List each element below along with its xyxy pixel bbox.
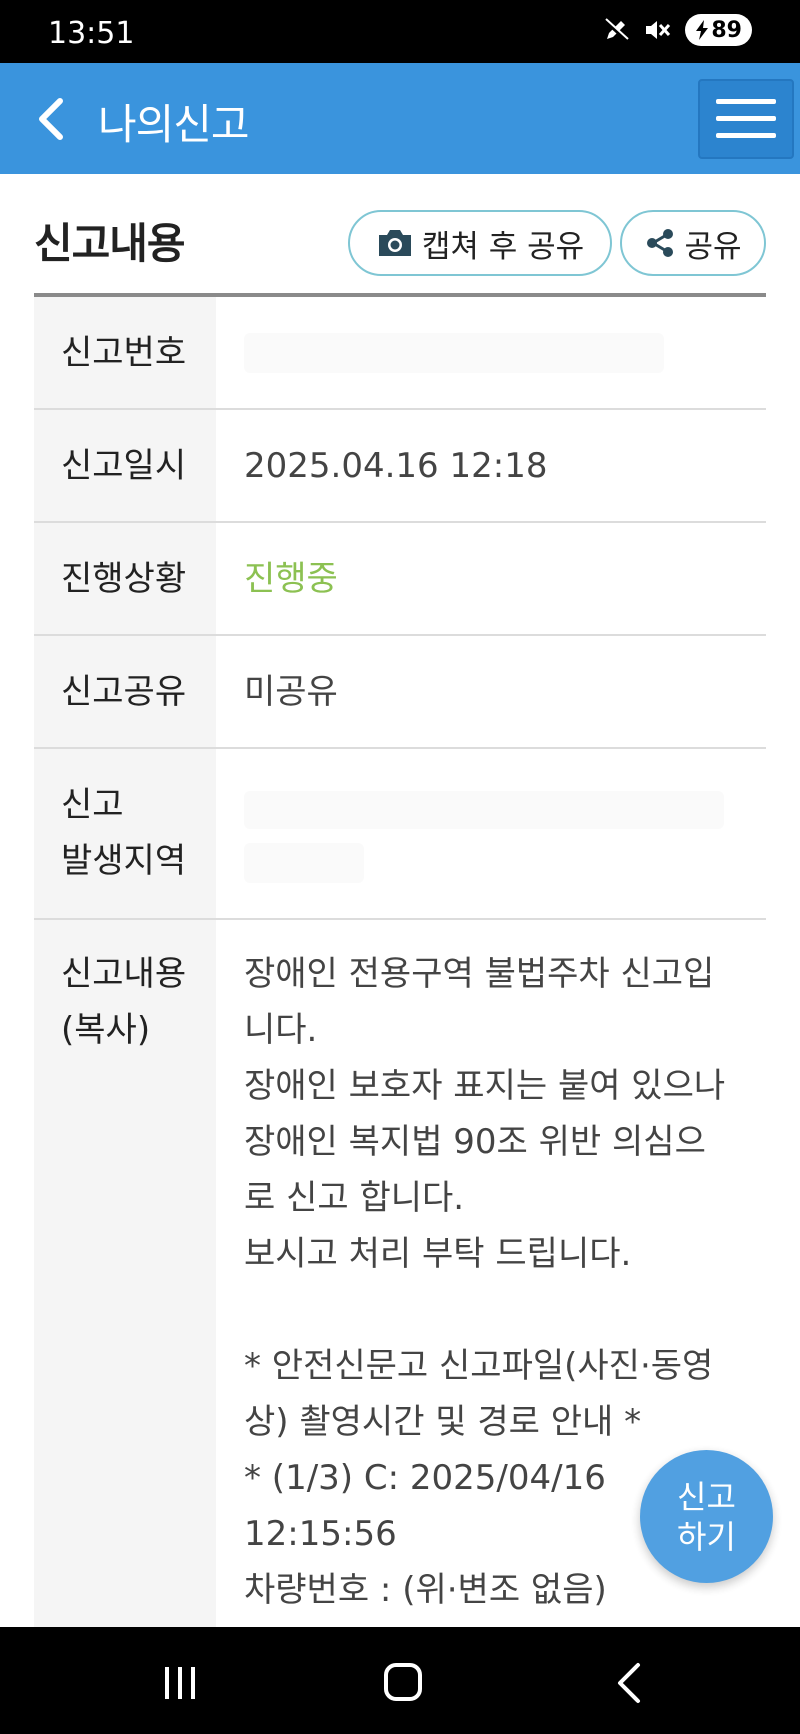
- navigation-bar: [0, 1627, 800, 1734]
- mute-icon: [646, 21, 671, 39]
- report-date-label: 신고일시: [34, 410, 216, 521]
- report-number-row: 신고번호: [34, 297, 766, 410]
- report-date-value: 2025.04.16 12:18: [244, 445, 548, 486]
- screen: 13:51 89 나의신고 신고내용 캡쳐 후 공유 공유 신고번호 신고일시 …: [0, 0, 800, 1734]
- report-number-value: [216, 297, 766, 408]
- report-area-label: 신고 발생지역: [34, 749, 216, 918]
- report-fab-button[interactable]: 신고 하기: [640, 1450, 773, 1583]
- redacted-text: [244, 843, 364, 883]
- pen-off-icon: [604, 18, 630, 43]
- share-button[interactable]: 공유: [620, 210, 766, 276]
- fab-label-line2: 하기: [677, 1517, 736, 1556]
- report-date-row: 신고일시 2025.04.16 12:18: [34, 410, 766, 523]
- section-title: 신고내용: [34, 219, 186, 268]
- report-area-label-line1: 신고: [61, 785, 124, 825]
- report-sharing-label: 신고공유: [34, 636, 216, 747]
- report-sharing-value: 미공유: [244, 671, 338, 712]
- report-info-table: 신고번호 신고일시 2025.04.16 12:18 진행상황 진행중 신고공유…: [34, 297, 766, 1722]
- chevron-left-icon: [39, 98, 63, 140]
- report-content-label-line2[interactable]: (복사): [61, 1002, 216, 1058]
- report-area-label-line2: 발생지역: [61, 841, 187, 881]
- report-area-value: [216, 749, 766, 918]
- report-status-label: 진행상황: [34, 523, 216, 634]
- status-time: 13:51: [48, 16, 135, 51]
- report-sharing-row: 신고공유 미공유: [34, 636, 766, 749]
- report-area-row: 신고 발생지역: [34, 749, 766, 920]
- report-number-label: 신고번호: [34, 297, 216, 408]
- battery-level: 89: [711, 17, 742, 43]
- battery-indicator: 89: [685, 14, 752, 46]
- share-label: 공유: [684, 228, 742, 265]
- camera-icon: [378, 230, 411, 256]
- app-header: 나의신고: [0, 63, 800, 174]
- page-title: 나의신고: [98, 100, 250, 149]
- report-content-label-line1: 신고내용: [61, 954, 187, 994]
- redacted-text: [244, 791, 724, 829]
- status-icons: 89: [603, 14, 752, 46]
- capture-share-button[interactable]: 캡쳐 후 공유: [348, 210, 612, 276]
- capture-share-label: 캡쳐 후 공유: [421, 228, 585, 265]
- report-content-label: 신고내용 (복사): [34, 920, 216, 1640]
- back-button[interactable]: [30, 91, 80, 147]
- home-icon[interactable]: [384, 1663, 422, 1701]
- redacted-text: [244, 332, 664, 373]
- share-icon: [647, 229, 674, 257]
- battery-charging-icon: [696, 20, 709, 40]
- menu-button[interactable]: [698, 79, 794, 159]
- recent-apps-icon[interactable]: [162, 1665, 198, 1701]
- fab-label-line1: 신고: [677, 1477, 736, 1516]
- report-status-row: 진행상황 진행중: [34, 523, 766, 636]
- nav-back-icon[interactable]: [614, 1661, 644, 1705]
- report-status-value: 진행중: [244, 558, 338, 599]
- status-bar: 13:51 89: [0, 0, 800, 63]
